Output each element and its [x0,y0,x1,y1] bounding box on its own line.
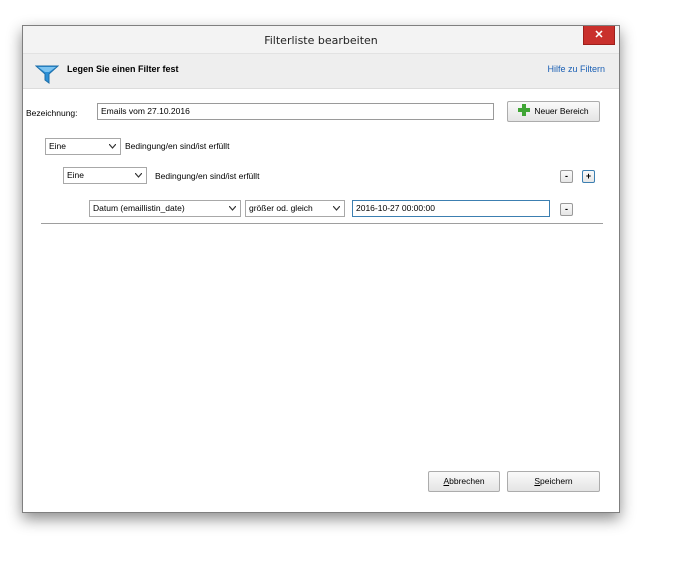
chevron-down-icon [135,173,142,178]
save-button[interactable]: Speichern [507,471,600,492]
cancel-button[interactable]: Abbrechen [428,471,500,492]
remove-condition-button[interactable]: - [560,203,573,216]
condition-field-select[interactable]: Datum (emaillistin_date) [89,200,241,217]
help-link[interactable]: Hilfe zu Filtern [547,64,605,74]
condition-value-input[interactable]: 2016-10-27 00:00:00 [352,200,550,217]
outer-group-text: Bedingung/en sind/ist erfüllt [125,141,230,151]
name-label: Bezeichnung: [26,108,78,118]
condition-operator-select[interactable]: größer od. gleich [245,200,345,217]
remove-group-button[interactable]: - [560,170,573,183]
new-area-button[interactable]: Neuer Bereich [507,101,600,122]
inner-mode-select[interactable]: Eine [63,167,147,184]
cancel-label: bbrechen [449,476,485,486]
close-icon: ✕ [594,29,604,41]
outer-mode-select[interactable]: Eine [45,138,121,155]
add-condition-button[interactable]: + [582,170,595,183]
condition-field-value: Datum (emaillistin_date) [93,203,185,213]
condition-operator-value: größer od. gleich [249,203,313,213]
new-area-label: Neuer Bereich [534,106,589,116]
chevron-down-icon [109,144,116,149]
close-button[interactable]: ✕ [583,26,615,45]
dialog-window: Filterliste bearbeiten ✕ Legen Sie einen… [22,25,620,513]
save-label: peichern [540,476,573,486]
window-title: Filterliste bearbeiten [264,34,378,47]
inner-mode-value: Eine [67,170,85,180]
header-band: Legen Sie einen Filter fest Hilfe zu Fil… [23,54,619,89]
inner-group-text: Bedingung/en sind/ist erfüllt [155,171,260,181]
separator [41,223,603,224]
title-bar[interactable]: Filterliste bearbeiten ✕ [23,26,619,54]
name-input[interactable]: Emails vom 27.10.2016 [97,103,494,120]
funnel-icon [35,65,59,84]
chevron-down-icon [229,206,236,211]
header-title: Legen Sie einen Filter fest [67,64,179,74]
plus-icon [518,104,531,116]
chevron-down-icon [333,206,340,211]
outer-mode-value: Eine [49,141,67,151]
